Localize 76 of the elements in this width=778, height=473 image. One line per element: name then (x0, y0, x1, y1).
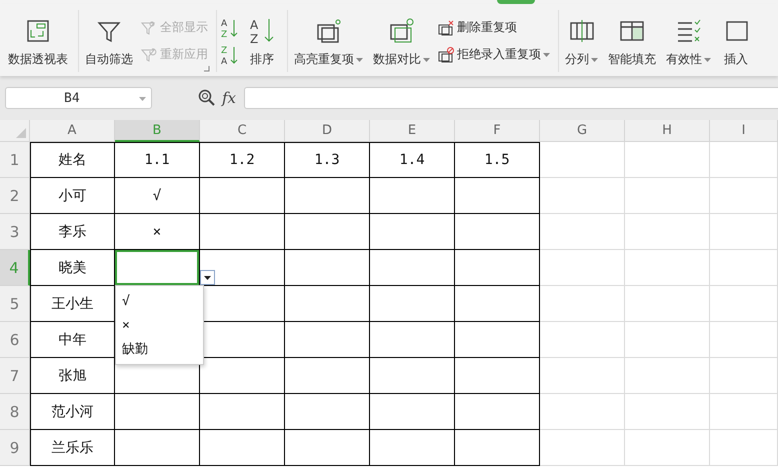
table-cell: 李乐 (30, 214, 115, 250)
table-cell: 1.2 (200, 142, 285, 178)
ribbon-button[interactable]: 插入 (719, 14, 753, 72)
column-header[interactable]: A (30, 120, 115, 142)
empty-cell (710, 322, 778, 358)
row-header[interactable]: 5 (0, 286, 30, 322)
column-header[interactable]: F (455, 120, 540, 142)
filter-eye-icon (141, 20, 157, 36)
ribbon-button[interactable]: 智能填充 (606, 14, 658, 72)
ribbon-button[interactable]: A Z 排序 (245, 14, 279, 72)
caret-icon (704, 58, 711, 62)
ribbon-small-button[interactable]: 删除重复项 (438, 19, 550, 36)
empty-cell (710, 286, 778, 322)
caret-icon (591, 58, 598, 62)
active-tab-indicator (497, 0, 535, 4)
column-header[interactable]: G (540, 120, 625, 142)
dialog-launcher-icon[interactable] (204, 66, 210, 72)
column-header[interactable]: C (200, 120, 285, 142)
table-cell: 王小生 (30, 286, 115, 322)
dropdown-option[interactable]: √ (116, 289, 203, 313)
column-header[interactable]: E (370, 120, 455, 142)
table-cell: 中年 (30, 322, 115, 358)
table-cell: × (115, 214, 200, 250)
row-header[interactable]: 1 (0, 142, 30, 178)
zoom-icon[interactable] (198, 89, 216, 107)
corner-triangle-icon (16, 128, 26, 138)
column-header[interactable]: B (115, 120, 200, 142)
row-header[interactable]: 9 (0, 430, 30, 466)
row-header[interactable]: 2 (0, 178, 30, 214)
table-cell: √ (115, 178, 200, 214)
name-box[interactable]: B4 (5, 87, 152, 109)
table-cell: 1.3 (285, 142, 370, 178)
caret-icon (543, 52, 550, 56)
ribbon-button[interactable]: 有效性 (664, 14, 713, 72)
empty-cell (710, 358, 778, 394)
table-cell: 范小河 (30, 394, 115, 430)
row-header[interactable]: 8 (0, 394, 30, 430)
caret-icon (139, 97, 146, 101)
column-header[interactable]: I (710, 120, 778, 142)
table-cell: 1.4 (370, 142, 455, 178)
ribbon-button[interactable]: 自动筛选 (83, 14, 135, 72)
reject-duplicates-icon (438, 46, 454, 62)
dropdown-option[interactable]: × (116, 313, 203, 337)
table-cell: 晓美 (30, 250, 115, 286)
table-cell: 姓名 (30, 142, 115, 178)
row-header[interactable]: 7 (0, 358, 30, 394)
function-label[interactable]: fx (222, 89, 236, 107)
formula-input[interactable] (244, 87, 778, 109)
ribbon-button[interactable]: 分列 (563, 14, 600, 72)
empty-cell (710, 394, 778, 430)
ribbon-button[interactable]: 数据透视表 (6, 14, 70, 72)
caret-icon (356, 58, 363, 62)
empty-cell (710, 214, 778, 250)
empty-cell (710, 178, 778, 214)
empty-cell (710, 142, 778, 178)
row-header[interactable]: 3 (0, 214, 30, 250)
table-cell: 小可 (30, 178, 115, 214)
table-cell: 兰乐乐 (30, 430, 115, 466)
dropdown-option[interactable]: 缺勤 (116, 337, 203, 361)
caret-icon (204, 276, 211, 280)
empty-cell (710, 250, 778, 286)
table-cell: 张旭 (30, 358, 115, 394)
filter-refresh-icon (141, 46, 157, 62)
table-cell: 1.5 (455, 142, 540, 178)
column-header[interactable]: H (625, 120, 710, 142)
row-header[interactable]: 6 (0, 322, 30, 358)
empty-cell (710, 430, 778, 466)
column-header[interactable]: D (285, 120, 370, 142)
ribbon-button[interactable]: 高亮重复项 (292, 14, 365, 72)
table-cell: 1.1 (115, 142, 200, 178)
remove-duplicates-icon (438, 20, 454, 36)
ribbon-button[interactable]: 数据对比 (371, 14, 432, 72)
caret-icon (423, 58, 430, 62)
dropdown-button[interactable] (200, 270, 215, 285)
row-header[interactable]: 4 (0, 250, 30, 286)
ribbon-small-button[interactable]: 拒绝录入重复项 (438, 46, 550, 63)
